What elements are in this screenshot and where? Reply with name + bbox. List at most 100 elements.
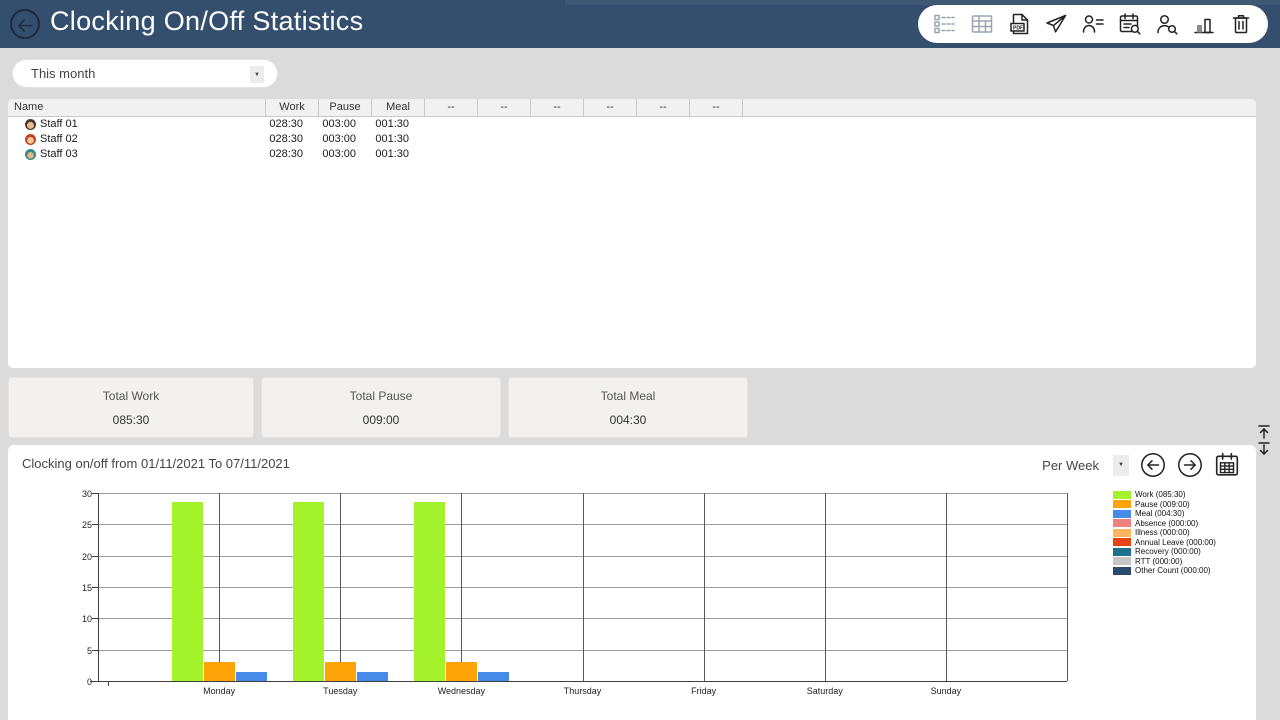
- blank-value: [636, 132, 689, 147]
- filter-bar: This month ▼ lundi 1 novembre 2021 mardi…: [0, 48, 1280, 99]
- chart-title: Clocking on/off from 01/11/2021 To 07/11…: [22, 456, 290, 471]
- column-header-blank-7[interactable]: --: [583, 99, 636, 116]
- period-dropdown-value: This month: [31, 66, 95, 81]
- column-header-blank-5[interactable]: --: [477, 99, 530, 116]
- meal-value: 001:30: [371, 132, 424, 147]
- panel-resize-controls: [1253, 424, 1277, 457]
- x-axis-label: Tuesday: [295, 686, 385, 696]
- y-axis-label: 5: [66, 646, 92, 656]
- table-header-row: NameWorkPauseMeal------------: [8, 99, 1256, 117]
- row-filler: [742, 117, 1256, 132]
- blank-value: [530, 147, 583, 162]
- legend-label: RTT (000:00): [1135, 557, 1182, 566]
- x-axis-label: Friday: [659, 686, 749, 696]
- staff-name: Staff 03: [40, 147, 78, 162]
- gridline-v: [825, 493, 826, 681]
- column-header-name[interactable]: Name: [8, 99, 265, 116]
- bar-tuesday: [325, 662, 356, 681]
- period-mode-value: Per Week: [1042, 458, 1099, 473]
- send-icon[interactable]: [1044, 12, 1068, 36]
- legend-item: Annual Leave (000:00): [1113, 538, 1216, 548]
- clocking-statistics-window: Clocking On/Off Statistics PDF: [0, 0, 1280, 720]
- staff-name: Staff 01: [40, 117, 78, 132]
- total-meal-value: 004:30: [509, 413, 747, 427]
- staff-name-cell: Staff 01: [8, 117, 265, 132]
- legend-swatch: [1113, 491, 1131, 499]
- row-filler: [742, 147, 1256, 162]
- blank-value: [689, 132, 742, 147]
- y-axis-label: 30: [66, 489, 92, 499]
- expand-down-icon[interactable]: [1253, 441, 1275, 457]
- delete-icon[interactable]: [1229, 12, 1253, 36]
- column-header-blank-6[interactable]: --: [530, 99, 583, 116]
- avatar: [25, 134, 36, 145]
- details-list-icon[interactable]: [933, 12, 957, 36]
- chart-controls: Per Week ▼: [1042, 450, 1240, 480]
- arrow-left-icon: [12, 16, 38, 36]
- legend-item: Absence (000:00): [1113, 519, 1216, 529]
- gridline-v: [340, 493, 341, 681]
- column-header-work[interactable]: Work: [265, 99, 318, 116]
- svg-text:PDF: PDF: [1013, 25, 1023, 31]
- x-axis-label: Sunday: [901, 686, 991, 696]
- back-button[interactable]: [10, 9, 40, 39]
- table-row[interactable]: Staff 03 028:30003:00001:30: [8, 147, 1256, 162]
- person-details-icon[interactable]: [1081, 12, 1105, 36]
- bar-tuesday: [357, 672, 388, 681]
- period-dropdown[interactable]: This month ▼: [12, 59, 278, 88]
- legend-label: Absence (000:00): [1135, 519, 1198, 528]
- y-axis-tick: [92, 493, 98, 494]
- y-axis-tick: [92, 650, 98, 651]
- period-mode-dropdown[interactable]: Per Week ▼: [1042, 455, 1129, 476]
- bar-monday: [172, 502, 203, 681]
- meal-value: 001:30: [371, 147, 424, 162]
- totals-row: Total Work 085:30 Total Pause 009:00 Tot…: [8, 377, 748, 438]
- legend-swatch: [1113, 567, 1131, 575]
- work-value: 028:30: [265, 147, 318, 162]
- legend-item: Work (085:30): [1113, 490, 1216, 500]
- next-week-button[interactable]: [1177, 452, 1203, 478]
- column-header-pause[interactable]: Pause: [318, 99, 371, 116]
- x-axis-label: Thursday: [538, 686, 628, 696]
- avatar: [25, 149, 36, 160]
- bar-wednesday: [414, 502, 445, 681]
- total-work-card: Total Work 085:30: [8, 377, 254, 438]
- table-row[interactable]: Staff 01028:30003:00001:30: [8, 117, 1256, 132]
- staff-name: Staff 02: [40, 132, 78, 147]
- meal-value: 001:30: [371, 117, 424, 132]
- gridline-v: [461, 493, 462, 681]
- legend-swatch: [1113, 500, 1131, 508]
- table-row[interactable]: Staff 02028:30003:00001:30: [8, 132, 1256, 147]
- chevron-down-icon: ▼: [250, 66, 264, 83]
- legend-swatch: [1113, 548, 1131, 556]
- y-axis-label: 25: [66, 520, 92, 530]
- bar-wednesday: [478, 672, 509, 681]
- column-header-blank-4[interactable]: --: [424, 99, 477, 116]
- pdf-export-icon[interactable]: PDF: [1007, 12, 1031, 36]
- blank-value: [689, 147, 742, 162]
- blank-value: [424, 117, 477, 132]
- legend-item: Recovery (000:00): [1113, 547, 1216, 557]
- pause-value: 003:00: [318, 147, 371, 162]
- pause-value: 003:00: [318, 132, 371, 147]
- blank-value: [636, 117, 689, 132]
- chart-panel: Clocking on/off from 01/11/2021 To 07/11…: [8, 445, 1256, 720]
- collapse-up-icon[interactable]: [1253, 424, 1275, 440]
- avatar: [25, 119, 36, 130]
- chart-calendar-button[interactable]: [1214, 452, 1240, 478]
- staff-table: NameWorkPauseMeal------------ Staff 0102…: [8, 99, 1256, 368]
- person-search-icon[interactable]: [1155, 12, 1179, 36]
- legend-item: Other Count (000:00): [1113, 566, 1216, 576]
- y-axis-label: 0: [66, 677, 92, 687]
- legend-swatch: [1113, 519, 1131, 527]
- column-header-blank-9[interactable]: --: [689, 99, 742, 116]
- column-header-blank-8[interactable]: --: [636, 99, 689, 116]
- previous-week-button[interactable]: [1140, 452, 1166, 478]
- page-title: Clocking On/Off Statistics: [50, 6, 363, 37]
- table-view-icon[interactable]: [970, 12, 994, 36]
- bar-chart-icon[interactable]: [1192, 12, 1216, 36]
- column-header-meal[interactable]: Meal: [371, 99, 424, 116]
- pause-value: 003:00: [318, 117, 371, 132]
- schedule-search-icon[interactable]: [1118, 12, 1142, 36]
- legend-item: RTT (000:00): [1113, 557, 1216, 567]
